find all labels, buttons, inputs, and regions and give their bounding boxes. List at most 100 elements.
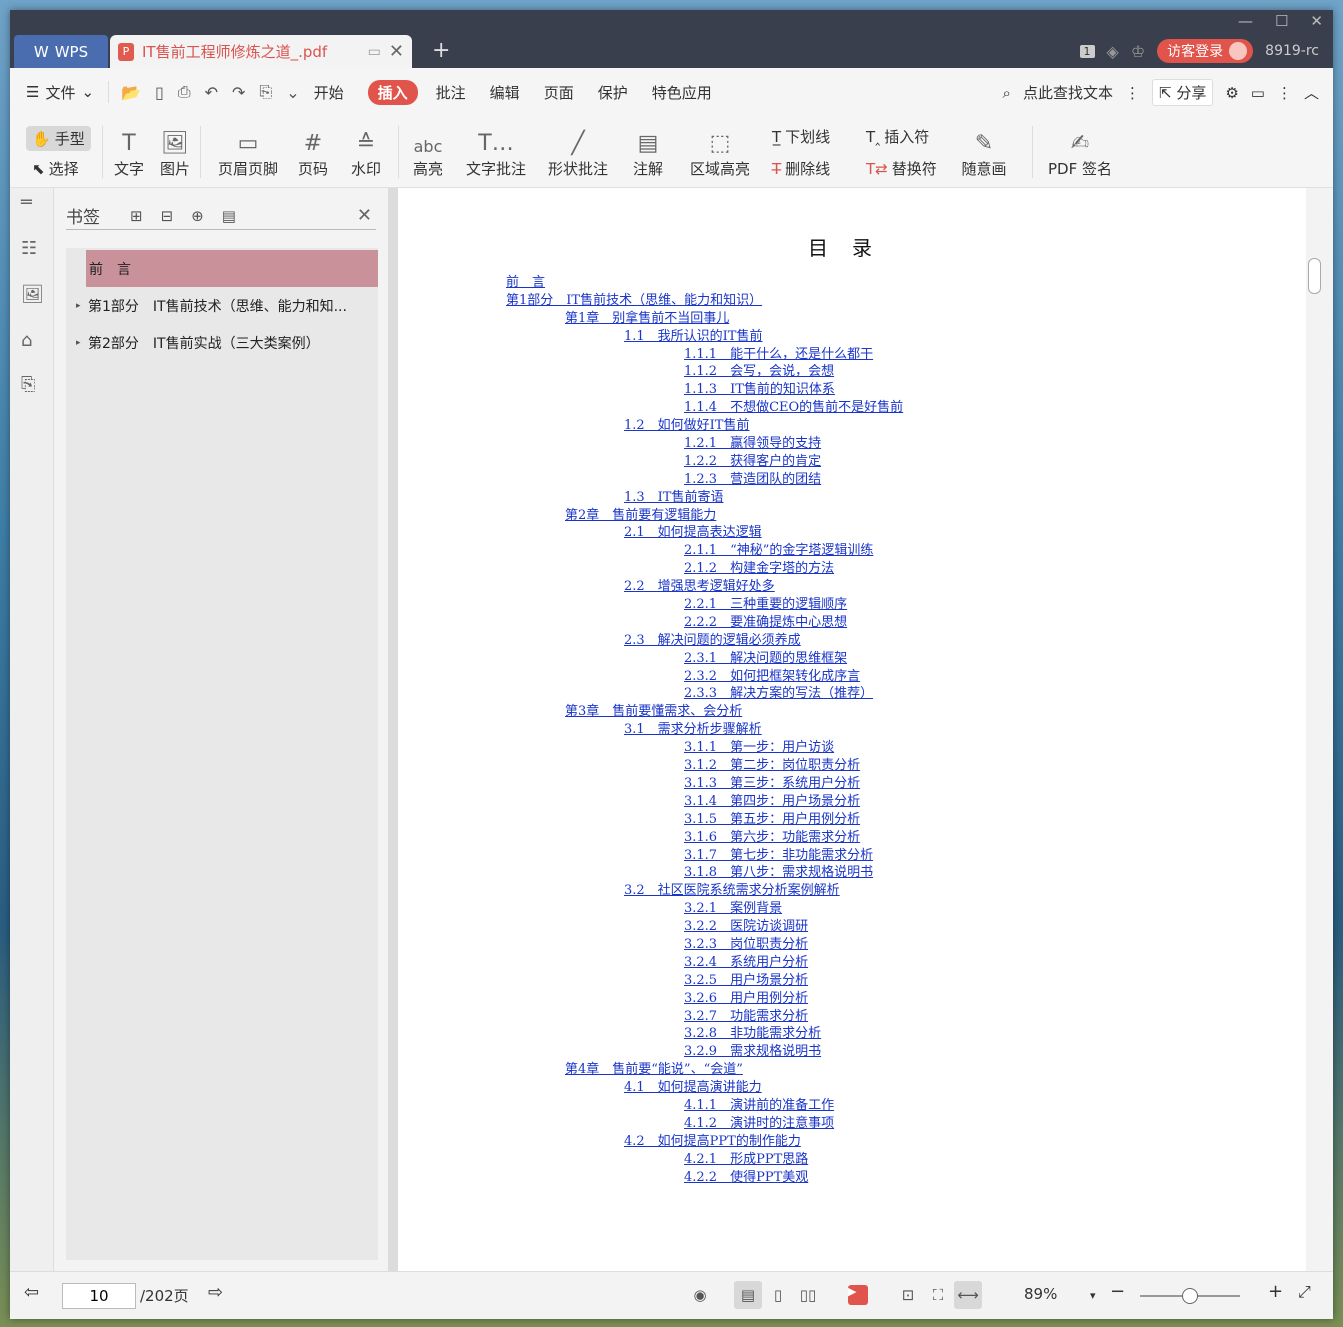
close-panel-icon[interactable]: ✕: [357, 205, 372, 226]
shape-comment-button[interactable]: ╱ 形状批注: [540, 122, 616, 179]
file-menu[interactable]: ☰ 文件 ⌄: [26, 82, 94, 103]
previous-page-icon[interactable]: ⇦: [24, 1282, 39, 1303]
toc-entry[interactable]: 3.2.4 系统用户分析: [398, 954, 1306, 972]
open-icon[interactable]: 📂: [121, 83, 141, 102]
expand-arrow-icon[interactable]: ▸: [76, 338, 88, 348]
toc-entry[interactable]: 2.2.1 三种重要的逻辑顺序: [398, 596, 1306, 614]
double-page-icon[interactable]: ▯▯: [794, 1281, 822, 1309]
window-count-badge[interactable]: 1: [1079, 44, 1095, 58]
bookmark-settings-icon[interactable]: ▤: [222, 207, 236, 225]
watermark-button[interactable]: ≙ 水印: [344, 122, 388, 179]
toc-entry[interactable]: 2.1 如何提高表达逻辑: [398, 524, 1306, 542]
toc-entry[interactable]: 4.1 如何提高演讲能力: [398, 1079, 1306, 1097]
skin-icon[interactable]: ♔: [1131, 42, 1145, 61]
more-quick-icon[interactable]: ⌄: [286, 83, 299, 102]
toc-entry[interactable]: 1.1.4 不想做CEO的售前不是好售前: [398, 399, 1306, 417]
toc-entry[interactable]: 1.3 IT售前寄语: [398, 489, 1306, 507]
add-bookmark-icon[interactable]: ⊕: [191, 207, 204, 225]
feedback-icon[interactable]: ▭: [1251, 84, 1265, 102]
toc-entry[interactable]: 4.1.2 演讲时的注意事项: [398, 1115, 1306, 1133]
toc-entry[interactable]: 2.1.2 构建金字塔的方法: [398, 560, 1306, 578]
new-tab-button[interactable]: +: [432, 38, 450, 63]
toc-entry[interactable]: 3.1.4 第四步：用户场景分析: [398, 793, 1306, 811]
insert-mark-button[interactable]: T‸ 插入符: [866, 126, 929, 147]
toc-entry[interactable]: 2.2.2 要准确提炼中心思想: [398, 614, 1306, 632]
toc-entry[interactable]: 3.2.6 用户用例分析: [398, 990, 1306, 1008]
toc-entry[interactable]: 3.1.5 第五步：用户用例分析: [398, 811, 1306, 829]
toc-entry[interactable]: 1.1.1 能干什么，还是什么都干: [398, 346, 1306, 364]
undo-icon[interactable]: ↶: [205, 83, 218, 102]
toc-entry[interactable]: 第1部分 IT售前技术（思维、能力和知识）: [398, 292, 1306, 310]
toc-entry[interactable]: 3.1.1 第一步：用户访谈: [398, 739, 1306, 757]
highlight-button[interactable]: abc 高亮: [406, 122, 450, 179]
toc-entry[interactable]: 第1章 别拿售前不当回事儿: [398, 310, 1306, 328]
fullscreen-icon[interactable]: ⤢: [1298, 1282, 1311, 1302]
eye-protection-icon[interactable]: ◉: [686, 1281, 714, 1309]
toc-entry[interactable]: 3.2.1 案例背景: [398, 900, 1306, 918]
more-options-icon[interactable]: ⋮: [1277, 84, 1292, 102]
toc-entry[interactable]: 前 言: [398, 274, 1306, 292]
menu-page[interactable]: 页面: [544, 82, 574, 103]
toc-entry[interactable]: 2.2 增强思考逻辑好处多: [398, 578, 1306, 596]
bookmark-item-part2[interactable]: ▸ 第2部分 IT售前实战（三大类案例）: [66, 324, 378, 361]
zoom-slider[interactable]: [1140, 1288, 1240, 1304]
fit-width-icon[interactable]: ⟷: [954, 1281, 982, 1309]
underline-button[interactable]: T̲ 下划线: [772, 126, 830, 147]
toc-entry[interactable]: 3.2.9 需求规格说明书: [398, 1043, 1306, 1061]
toc-entry[interactable]: 3.2.8 非功能需求分析: [398, 1025, 1306, 1043]
maximize-icon[interactable]: ☐: [1275, 12, 1288, 30]
continuous-view-icon[interactable]: ▤: [734, 1281, 762, 1309]
text-comment-button[interactable]: T… 文字批注: [464, 122, 528, 179]
toc-entry[interactable]: 第3章 售前要懂需求、会分析: [398, 703, 1306, 721]
pin-tab-icon[interactable]: ▭: [368, 44, 381, 60]
toc-entry[interactable]: 1.1.3 IT售前的知识体系: [398, 381, 1306, 399]
close-tab-icon[interactable]: ✕: [389, 41, 404, 62]
toc-entry[interactable]: 2.3.3 解决方案的写法（推荐）: [398, 685, 1306, 703]
zoom-in-icon[interactable]: +: [1268, 1281, 1283, 1302]
toc-entry[interactable]: 3.2.7 功能需求分析: [398, 1008, 1306, 1026]
fit-page-icon[interactable]: ⛶: [924, 1281, 952, 1309]
save-icon[interactable]: ▯: [155, 83, 164, 102]
collapse-all-icon[interactable]: ⊟: [161, 207, 174, 225]
more-vertical-icon[interactable]: ⋮: [1125, 84, 1140, 102]
strikethrough-button[interactable]: T̶ 删除线: [772, 158, 830, 179]
share-button[interactable]: ⇱ 分享: [1151, 79, 1214, 106]
insert-text-button[interactable]: T 文字: [112, 122, 146, 179]
toc-entry[interactable]: 3.1 需求分析步骤解析: [398, 721, 1306, 739]
toc-entry[interactable]: 第4章 售前要“能说”、“会道”: [398, 1061, 1306, 1079]
toc-entry[interactable]: 1.2.3 营造团队的团结: [398, 471, 1306, 489]
play-icon[interactable]: ▶: [844, 1281, 872, 1309]
insert-image-button[interactable]: 🖼 图片: [158, 122, 192, 179]
scrollbar-thumb[interactable]: [1308, 258, 1321, 294]
zoom-out-icon[interactable]: −: [1110, 1281, 1125, 1302]
menu-special[interactable]: 特色应用: [652, 82, 712, 103]
menu-protect[interactable]: 保护: [598, 82, 628, 103]
menu-insert[interactable]: 插入: [367, 79, 418, 105]
page-number-button[interactable]: # 页码: [296, 122, 330, 179]
thumbnail-icon[interactable]: 🖼: [21, 284, 44, 305]
toc-entry[interactable]: 第2章 售前要有逻辑能力: [398, 507, 1306, 525]
minimize-icon[interactable]: —: [1238, 12, 1253, 30]
redo-icon[interactable]: ↷: [232, 83, 245, 102]
toc-entry[interactable]: 1.2.1 赢得领导的支持: [398, 435, 1306, 453]
toc-entry[interactable]: 3.1.8 第八步：需求规格说明书: [398, 864, 1306, 882]
zoom-slider-knob[interactable]: [1182, 1288, 1198, 1304]
toc-entry[interactable]: 2.3.2 如何把框架转化成序言: [398, 668, 1306, 686]
toc-entry[interactable]: 4.1.1 演讲前的准备工作: [398, 1097, 1306, 1115]
menu-comment[interactable]: 批注: [436, 82, 466, 103]
wps-home-tab[interactable]: W WPS: [14, 35, 108, 68]
settings-icon[interactable]: ⚙: [1225, 84, 1238, 102]
menu-edit[interactable]: 编辑: [490, 82, 520, 103]
toc-entry[interactable]: 2.3.1 解决问题的思维框架: [398, 650, 1306, 668]
sync-icon[interactable]: ◈: [1107, 42, 1119, 61]
close-window-icon[interactable]: ✕: [1310, 12, 1323, 30]
bookmark-item-part1[interactable]: ▸ 第1部分 IT售前技术（思维、能力和知...: [66, 287, 378, 324]
expand-all-icon[interactable]: ⊞: [130, 207, 143, 225]
zoom-level[interactable]: 89%: [1024, 1285, 1057, 1303]
toc-entry[interactable]: 1.2.2 获得客户的肯定: [398, 453, 1306, 471]
hand-tool-button[interactable]: ✋ 手型: [26, 126, 91, 151]
expand-arrow-icon[interactable]: ▸: [76, 301, 88, 311]
header-footer-button[interactable]: ▭ 页眉页脚: [210, 122, 286, 179]
search-icon[interactable]: ⌕: [1003, 84, 1011, 102]
toc-entry[interactable]: 3.1.7 第七步：非功能需求分析: [398, 847, 1306, 865]
